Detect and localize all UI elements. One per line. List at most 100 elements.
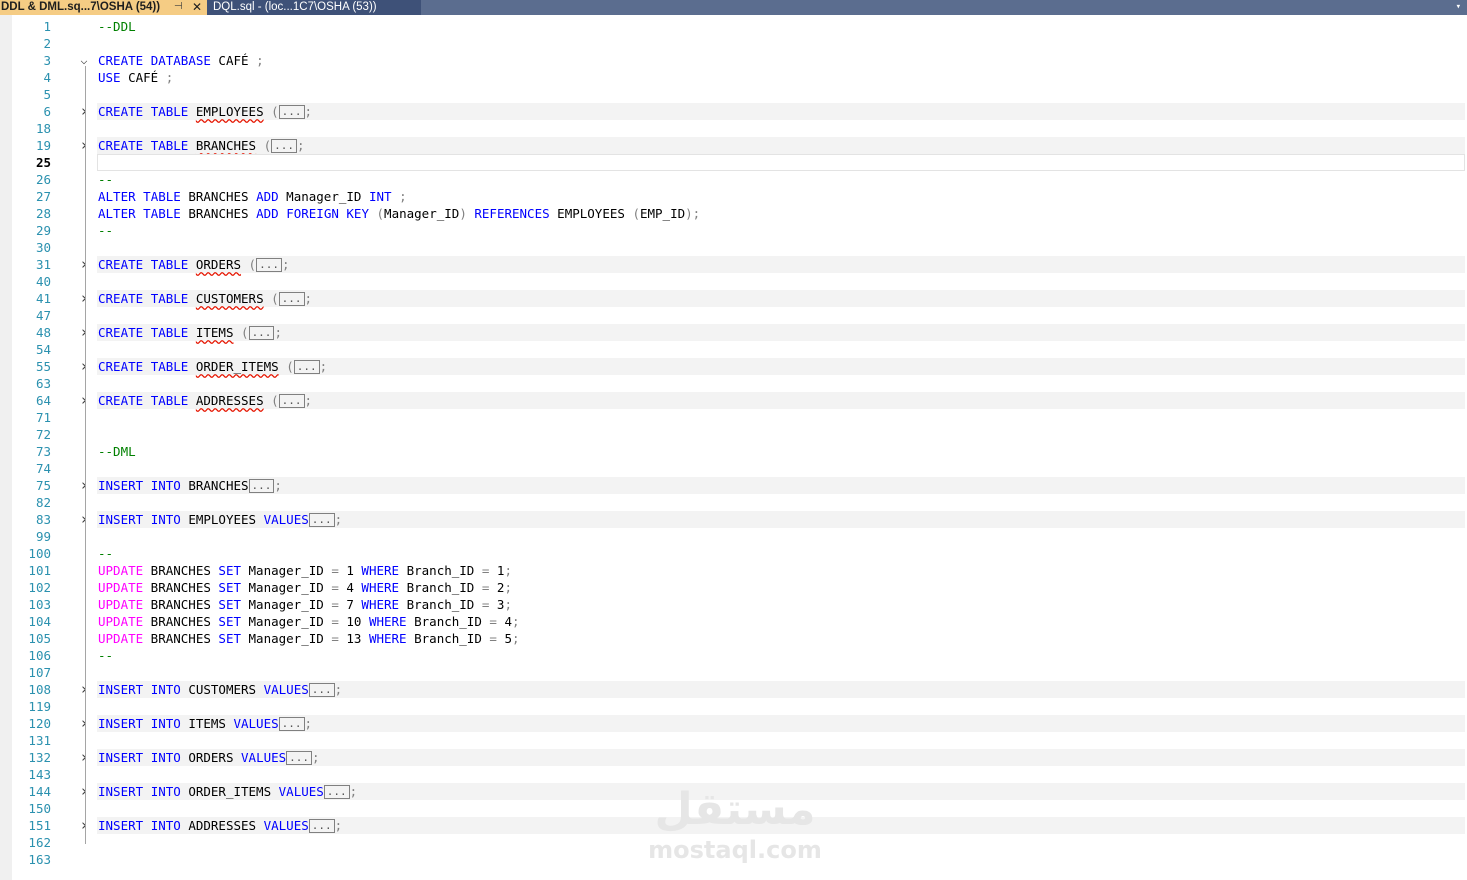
- collapsed-region-icon: ...: [271, 138, 298, 153]
- watermark-arabic: مستقل: [654, 784, 816, 835]
- code-line[interactable]: INSERT INTO EMPLOYEES VALUES...;: [98, 511, 342, 528]
- line-number: 19: [35, 138, 51, 153]
- collapsed-region-icon: ...: [293, 359, 320, 374]
- line-number: 29: [35, 223, 51, 238]
- code-line[interactable]: CREATE TABLE ITEMS (...;: [98, 324, 282, 341]
- code-line[interactable]: CREATE TABLE ADDRESSES (...;: [98, 392, 312, 409]
- line-number: 25: [35, 155, 51, 170]
- line-number: 64: [35, 393, 51, 408]
- collapsed-region-icon: ...: [308, 512, 335, 527]
- collapsed-region-icon: ...: [323, 784, 350, 799]
- collapsed-region-icon: ...: [308, 682, 335, 697]
- outline-guide-line: [85, 66, 86, 844]
- fold-collapsed-icon[interactable]: ›: [78, 511, 90, 528]
- code-line[interactable]: UPDATE BRANCHES SET Manager_ID = 7 WHERE…: [98, 596, 512, 613]
- line-number: 1: [43, 19, 51, 34]
- fold-collapsed-icon[interactable]: ›: [78, 137, 90, 154]
- fold-collapsed-icon[interactable]: ›: [78, 358, 90, 375]
- line-number: 104: [28, 614, 51, 629]
- line-number: 27: [35, 189, 51, 204]
- line-number: 40: [35, 274, 51, 289]
- pin-icon[interactable]: ⊣: [174, 0, 183, 14]
- code-line[interactable]: INSERT INTO ADDRESSES VALUES...;: [98, 817, 342, 834]
- collapsed-region-icon: ...: [278, 104, 305, 119]
- fold-collapsed-icon[interactable]: ›: [78, 681, 90, 698]
- tab-bar: DDL & DML.sq...7\OSHA (54)) ⊣ ✕ DQL.sql …: [0, 0, 1467, 15]
- fold-collapsed-icon[interactable]: ›: [78, 256, 90, 273]
- tab-overflow-dropdown-icon[interactable]: ▾: [1456, 0, 1461, 14]
- line-number: 47: [35, 308, 51, 323]
- close-icon[interactable]: ✕: [192, 0, 202, 14]
- code-line[interactable]: CREATE TABLE CUSTOMERS (...;: [98, 290, 312, 307]
- code-line[interactable]: INSERT INTO ORDERS VALUES...;: [98, 749, 320, 766]
- line-number: 75: [35, 478, 51, 493]
- fold-collapsed-icon[interactable]: ›: [78, 290, 90, 307]
- line-number: 108: [28, 682, 51, 697]
- code-line[interactable]: --DML: [98, 443, 136, 460]
- fold-collapsed-icon[interactable]: ›: [78, 749, 90, 766]
- line-number: 5: [43, 87, 51, 102]
- code-line[interactable]: UPDATE BRANCHES SET Manager_ID = 1 WHERE…: [98, 562, 512, 579]
- line-number: 3: [43, 53, 51, 68]
- collapsed-region-icon: ...: [248, 325, 275, 340]
- line-number: 131: [28, 733, 51, 748]
- code-line[interactable]: --: [98, 171, 113, 188]
- code-line[interactable]: ALTER TABLE BRANCHES ADD Manager_ID INT …: [98, 188, 407, 205]
- fold-expanded-icon[interactable]: ⌵: [78, 52, 90, 69]
- line-number: 107: [28, 665, 51, 680]
- line-number: 4: [43, 70, 51, 85]
- code-line[interactable]: INSERT INTO ITEMS VALUES...;: [98, 715, 312, 732]
- collapsed-region-icon: ...: [286, 750, 313, 765]
- code-line[interactable]: CREATE TABLE ORDER_ITEMS (...;: [98, 358, 327, 375]
- line-number: 18: [35, 121, 51, 136]
- line-number: 41: [35, 291, 51, 306]
- tab-ddl-dml[interactable]: DDL & DML.sq...7\OSHA (54)) ⊣ ✕: [0, 0, 207, 15]
- fold-collapsed-icon[interactable]: ›: [78, 817, 90, 834]
- code-line[interactable]: USE CAFÉ ;: [98, 69, 173, 86]
- line-number: 162: [28, 835, 51, 850]
- code-editor[interactable]: 1 --DDL 2 3 ⌵ CREATE DATABASE CAFÉ ; 4 USE CAFÉ…: [0, 15, 1467, 880]
- code-line[interactable]: CREATE TABLE ORDERS (...;: [98, 256, 289, 273]
- fold-collapsed-icon[interactable]: ›: [78, 783, 90, 800]
- code-line[interactable]: INSERT INTO CUSTOMERS VALUES...;: [98, 681, 342, 698]
- line-number: 106: [28, 648, 51, 663]
- fold-collapsed-icon[interactable]: ›: [78, 103, 90, 120]
- code-line[interactable]: --: [98, 545, 113, 562]
- watermark-latin: mostaql.com: [648, 836, 822, 864]
- line-number: 26: [35, 172, 51, 187]
- fold-collapsed-icon[interactable]: ›: [78, 392, 90, 409]
- code-line[interactable]: INSERT INTO ORDER_ITEMS VALUES...;: [98, 783, 357, 800]
- line-number: 100: [28, 546, 51, 561]
- code-line[interactable]: UPDATE BRANCHES SET Manager_ID = 4 WHERE…: [98, 579, 512, 596]
- line-number: 2: [43, 36, 51, 51]
- code-line[interactable]: ALTER TABLE BRANCHES ADD FOREIGN KEY (Ma…: [98, 205, 700, 222]
- line-number: 120: [28, 716, 51, 731]
- collapsed-region-icon: ...: [278, 291, 305, 306]
- line-number: 105: [28, 631, 51, 646]
- tab-ddl-dml-label: DDL & DML.sq...7\OSHA (54)): [1, 1, 161, 13]
- current-line-highlight: [97, 154, 1465, 171]
- code-line[interactable]: --DDL: [98, 18, 136, 35]
- code-line[interactable]: --: [98, 647, 113, 664]
- code-line[interactable]: INSERT INTO BRANCHES...;: [98, 477, 282, 494]
- code-line[interactable]: --: [98, 222, 113, 239]
- code-line[interactable]: UPDATE BRANCHES SET Manager_ID = 13 WHER…: [98, 630, 520, 647]
- fold-collapsed-icon[interactable]: ›: [78, 715, 90, 732]
- fold-collapsed-icon[interactable]: ›: [78, 324, 90, 341]
- line-number: 132: [28, 750, 51, 765]
- code-line[interactable]: CREATE DATABASE CAFÉ ;: [98, 52, 264, 69]
- line-number: 103: [28, 597, 51, 612]
- tab-dql[interactable]: DQL.sql - (loc...1C7\OSHA (53)): [207, 0, 421, 15]
- line-number: 28: [35, 206, 51, 221]
- line-number: 71: [35, 410, 51, 425]
- tab-dql-label: DQL.sql - (loc...1C7\OSHA (53)): [213, 1, 377, 13]
- code-line[interactable]: CREATE TABLE BRANCHES (...;: [98, 137, 305, 154]
- collapsed-region-icon: ...: [278, 393, 305, 408]
- line-number: 54: [35, 342, 51, 357]
- fold-collapsed-icon[interactable]: ›: [78, 477, 90, 494]
- code-line[interactable]: CREATE TABLE EMPLOYEES (...;: [98, 103, 312, 120]
- collapsed-region-icon: ...: [308, 818, 335, 833]
- code-line[interactable]: UPDATE BRANCHES SET Manager_ID = 10 WHER…: [98, 613, 520, 630]
- line-number: 163: [28, 852, 51, 867]
- line-number: 83: [35, 512, 51, 527]
